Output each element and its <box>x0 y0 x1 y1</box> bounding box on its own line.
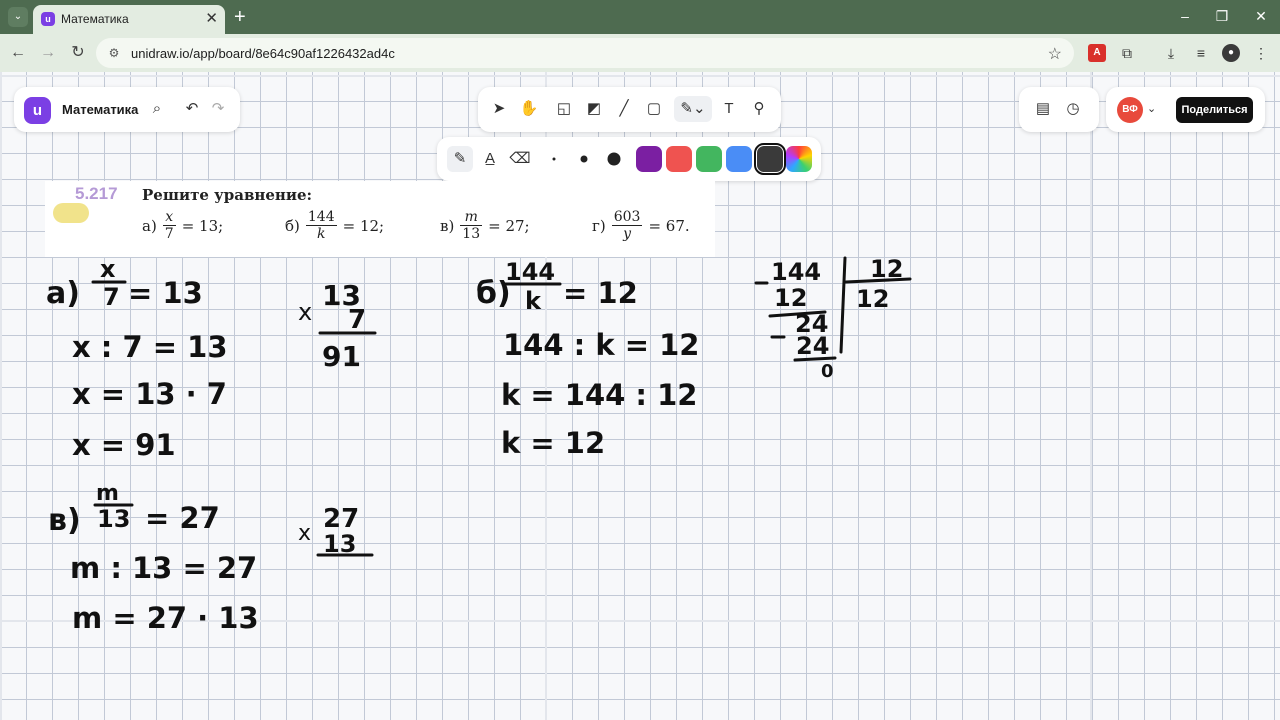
solution-b-line1: 144 : k = 12 <box>503 328 699 362</box>
division-dividend: 144 <box>771 258 821 286</box>
handwritten-solution[interactable]: а) x 7 = 13 x : 7 = 13 x = 13 · 7 x = 91… <box>0 0 1280 720</box>
mult-a-bottom: 7 <box>348 305 366 335</box>
division-subtract-1: 12 <box>774 284 807 312</box>
solution-v-line2: m = 27 · 13 <box>72 601 259 635</box>
division-remainder-2: 0 <box>821 361 834 382</box>
frac-v-den: 13 <box>97 505 130 533</box>
frac-a-num: x <box>100 255 116 283</box>
solution-b-line3: k = 12 <box>501 426 605 460</box>
frac-b-rhs: = 12 <box>563 276 638 310</box>
multiply-sign-a: x <box>298 298 312 326</box>
frac-b-num: 144 <box>505 258 555 286</box>
solution-a-line2: x = 13 · 7 <box>72 377 227 411</box>
mult-v-bottom: 13 <box>323 530 356 558</box>
division-quotient: 12 <box>856 285 889 313</box>
frac-v-num: m <box>96 481 119 506</box>
division-subtract-2: 24 <box>796 332 829 360</box>
frac-v-rhs: = 27 <box>145 501 220 535</box>
mult-a-result: 91 <box>322 340 361 373</box>
frac-a-rhs: = 13 <box>128 276 203 310</box>
solution-a-line1: x : 7 = 13 <box>72 330 228 364</box>
frac-b-den: k <box>525 287 542 315</box>
solution-a-line3: x = 91 <box>72 428 176 462</box>
solution-v-line1: m : 13 = 27 <box>70 551 257 585</box>
label-a: а) <box>46 276 80 311</box>
multiply-sign-v: x <box>298 521 311 546</box>
division-vertical-line <box>839 256 847 354</box>
division-divisor: 12 <box>870 255 903 283</box>
label-v: в) <box>48 503 81 538</box>
frac-a-den: 7 <box>103 283 120 311</box>
solution-b-line2: k = 144 : 12 <box>501 378 697 412</box>
